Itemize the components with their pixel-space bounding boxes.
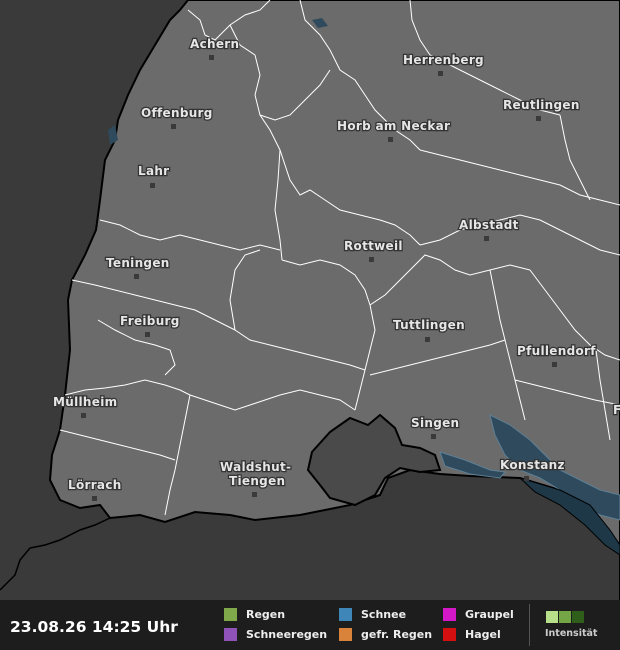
legend-swatch-hagel [443, 628, 456, 641]
city-label-konstanz[interactable]: Konstanz [499, 457, 566, 474]
city-dot-tuttlingen [425, 337, 430, 342]
legend-item-regen: Regen [224, 608, 285, 621]
city-dot-freiburg [145, 332, 150, 337]
city-dot-waldshut [252, 492, 257, 497]
city-label-herrenberg[interactable]: Herrenberg [402, 52, 485, 69]
city-label-singen[interactable]: Singen [410, 415, 461, 432]
city-dot-pfullendorf [552, 362, 557, 367]
city-dot-singen [431, 434, 436, 439]
weather-map[interactable]: Achern Herrenberg Offenburg Reutlingen H… [0, 0, 620, 600]
legend-swatch-schnee [339, 608, 352, 621]
city-label-achern[interactable]: Achern [189, 36, 241, 53]
legend-swatch-schneeregen [224, 628, 237, 641]
legend-label-hagel: Hagel [465, 628, 501, 641]
city-label-horb[interactable]: Horb am Neckar [336, 118, 451, 135]
city-dot-horb [388, 137, 393, 142]
city-dot-konstanz [524, 476, 529, 481]
legend-item-hagel: Hagel [443, 628, 501, 641]
city-label-tuttlingen[interactable]: Tuttlingen [392, 317, 466, 334]
city-label-pfullendorf[interactable]: Pfullendorf [516, 343, 597, 360]
legend-label-gefr-regen: gefr. Regen [361, 628, 433, 641]
legend-item-schnee: Schnee [339, 608, 406, 621]
city-dot-rottweil [369, 257, 374, 262]
legend-label-regen: Regen [246, 608, 286, 621]
city-dot-offenburg [171, 124, 176, 129]
city-label-reutlingen[interactable]: Reutlingen [502, 97, 581, 114]
city-label-offenburg[interactable]: Offenburg [140, 105, 214, 122]
legend-item-graupel: Graupel [443, 608, 514, 621]
legend-swatch-gefr-regen [339, 628, 352, 641]
legend-item-schneeregen: Schneeregen [224, 628, 327, 641]
intensity-scale [546, 611, 585, 623]
city-label-freiburg[interactable]: Freiburg [119, 313, 181, 330]
city-label-loerrach[interactable]: Lörrach [67, 477, 123, 494]
intensity-mid [559, 611, 571, 623]
legend-swatch-graupel [443, 608, 456, 621]
intensity-label: Intensität [545, 628, 598, 639]
map-footer: 23.08.26 14:25 Uhr Regen Schneeregen Sch… [0, 600, 620, 650]
city-label-cutoff[interactable]: F [612, 402, 620, 419]
legend-swatch-regen [224, 608, 237, 621]
city-label-lahr[interactable]: Lahr [137, 163, 171, 180]
city-dot-achern [209, 55, 214, 60]
legend-label-schnee: Schnee [361, 608, 407, 621]
city-dot-lahr [150, 183, 155, 188]
city-label-muellheim[interactable]: Müllheim [52, 394, 119, 411]
city-label-waldshut-2[interactable]: Tiengen [228, 473, 287, 490]
city-dot-muellheim [81, 413, 86, 418]
legend-label-graupel: Graupel [465, 608, 514, 621]
city-dot-herrenberg [438, 71, 443, 76]
city-label-albstadt[interactable]: Albstadt [458, 217, 520, 234]
city-dot-teningen [134, 274, 139, 279]
city-dot-albstadt [484, 236, 489, 241]
city-label-rottweil[interactable]: Rottweil [343, 238, 404, 255]
timestamp: 23.08.26 14:25 Uhr [10, 618, 178, 636]
legend-divider [529, 604, 530, 646]
city-label-teningen[interactable]: Teningen [105, 255, 171, 272]
city-label-waldshut[interactable]: Waldshut- [219, 459, 292, 476]
city-dot-loerrach [92, 496, 97, 501]
intensity-high [572, 611, 584, 623]
legend-item-gefr-regen: gefr. Regen [339, 628, 432, 641]
city-dot-reutlingen [536, 116, 541, 121]
legend-label-schneeregen: Schneeregen [246, 628, 328, 641]
intensity-low [546, 611, 558, 623]
